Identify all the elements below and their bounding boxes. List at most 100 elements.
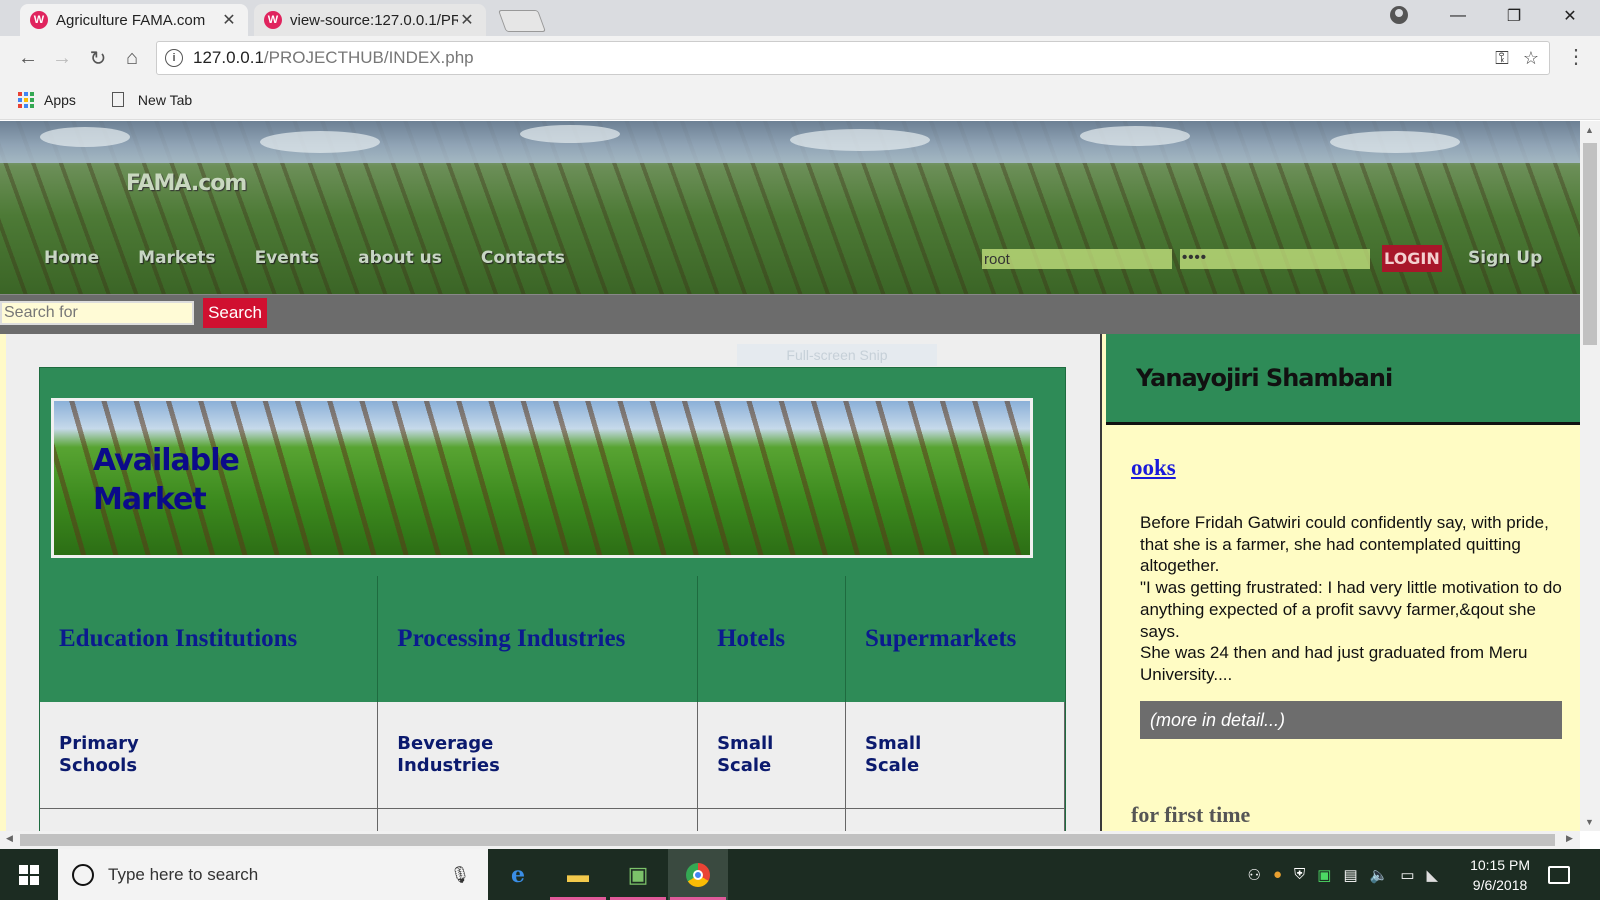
minimize-icon[interactable]: — bbox=[1430, 0, 1486, 32]
taskbar-search[interactable]: Type here to search 🎙 bbox=[58, 849, 488, 900]
window-close-icon[interactable]: ✕ bbox=[1542, 0, 1598, 32]
news-paragraph: She was 24 then and had just graduated f… bbox=[1140, 643, 1528, 684]
tray-app-icon[interactable]: ● bbox=[1273, 866, 1282, 883]
tab-view-source[interactable]: W view-source:127.0.0.1/PR ✕ bbox=[254, 4, 486, 36]
search-bar: Search for Search bbox=[0, 294, 1580, 334]
back-icon[interactable]: ← bbox=[14, 44, 42, 72]
vertical-scrollbar[interactable]: ▲ ▼ bbox=[1580, 121, 1600, 831]
left-strip bbox=[0, 334, 6, 831]
edge-icon[interactable]: e bbox=[488, 849, 548, 900]
username-input[interactable] bbox=[982, 249, 1172, 269]
scroll-thumb[interactable] bbox=[20, 834, 1555, 846]
chrome-logo bbox=[686, 862, 710, 887]
menu-icon[interactable]: ⋮ bbox=[1566, 44, 1586, 69]
volume-icon[interactable]: 🔈 bbox=[1370, 866, 1389, 884]
table-cell bbox=[697, 808, 847, 831]
category-processing[interactable]: Processing Industries bbox=[377, 576, 699, 702]
table-row bbox=[40, 808, 1065, 831]
start-button[interactable] bbox=[0, 849, 58, 900]
search-button[interactable]: Search bbox=[203, 298, 267, 328]
bookmark-label: New Tab bbox=[137, 91, 193, 108]
site-logo[interactable]: FAMA.com bbox=[126, 171, 247, 196]
taskbar: Type here to search 🎙 e ▬ ▣ ⚇ ● ⛨ ▣ ▤ 🔈 … bbox=[0, 849, 1600, 900]
nav-markets[interactable]: Markets bbox=[138, 248, 215, 268]
app-icon[interactable]: ▣ bbox=[608, 849, 668, 900]
subcategory-supermarkets-small[interactable]: Small Scale bbox=[845, 702, 1065, 809]
nav-events[interactable]: Events bbox=[255, 248, 320, 268]
new-tab-button[interactable] bbox=[497, 10, 547, 32]
cloud bbox=[40, 127, 130, 147]
bookmark-apps[interactable]: Apps bbox=[18, 91, 76, 108]
battery-icon[interactable]: ▭ bbox=[1400, 866, 1414, 884]
key-icon[interactable]: ⚿ bbox=[1495, 48, 1509, 69]
subcategory-beverage[interactable]: Beverage Industries bbox=[377, 702, 699, 809]
subcategory-label: Small Scale bbox=[717, 732, 774, 776]
file-explorer-icon[interactable]: ▬ bbox=[548, 849, 608, 900]
clock[interactable]: 10:15 PM 9/6/2018 bbox=[1470, 855, 1530, 895]
chrome-icon[interactable] bbox=[668, 849, 728, 900]
news-link[interactable]: ooks bbox=[1131, 455, 1176, 481]
bookmark-label: Apps bbox=[44, 91, 76, 108]
nav-contacts[interactable]: Contacts bbox=[481, 248, 565, 268]
category-education[interactable]: Education Institutions bbox=[40, 576, 379, 702]
page-viewport: FAMA.com Home Markets Events about us Co… bbox=[0, 121, 1580, 831]
windows-icon bbox=[19, 864, 39, 885]
subcategory-primary-schools[interactable]: Primary Schools bbox=[40, 702, 379, 809]
printer-icon[interactable]: ▤ bbox=[1343, 866, 1357, 884]
page-icon bbox=[111, 92, 124, 107]
tab-title: view-source:127.0.0.1/PR bbox=[290, 11, 458, 29]
login-button[interactable]: LOGIN bbox=[1382, 245, 1442, 272]
cortana-icon bbox=[72, 863, 94, 886]
reload-icon[interactable]: ↻ bbox=[84, 44, 112, 72]
scroll-right-icon[interactable]: ▶ bbox=[1566, 833, 1573, 844]
subcategory-label: Beverage Industries bbox=[397, 732, 500, 776]
restore-icon[interactable]: ❐ bbox=[1486, 0, 1542, 32]
scroll-up-icon[interactable]: ▲ bbox=[1585, 125, 1594, 135]
address-bar[interactable]: i 127.0.0.1/PROJECTHUB/INDEX.php ⚿ ☆ bbox=[156, 41, 1550, 75]
star-icon[interactable]: ☆ bbox=[1523, 48, 1539, 69]
category-supermarkets[interactable]: Supermarkets bbox=[845, 576, 1065, 702]
bookmark-new-tab[interactable]: New Tab bbox=[111, 91, 193, 108]
market-banner-title: Available Market bbox=[93, 441, 240, 519]
horizontal-scrollbar[interactable]: ◀ ▶ bbox=[0, 831, 1580, 849]
notifications-icon[interactable] bbox=[1548, 865, 1570, 884]
market-categories-table: Education Institutions Processing Indust… bbox=[40, 576, 1065, 831]
table-row: Primary Schools Beverage Industries Smal… bbox=[40, 702, 1065, 809]
home-icon[interactable]: ⌂ bbox=[118, 44, 146, 72]
people-icon[interactable]: ⚇ bbox=[1247, 866, 1260, 884]
clock-date: 9/6/2018 bbox=[1472, 876, 1528, 893]
password-input[interactable]: •••• bbox=[1180, 249, 1370, 269]
network-icon[interactable]: ◣ bbox=[1427, 866, 1439, 884]
markets-panel: Available Market Education Institutions … bbox=[39, 367, 1066, 831]
tab-agriculture[interactable]: W Agriculture FAMA.com ✕ bbox=[20, 4, 248, 36]
main-nav: Home Markets Events about us Contacts bbox=[44, 248, 604, 268]
close-icon[interactable]: ✕ bbox=[458, 10, 476, 30]
nav-home[interactable]: Home bbox=[44, 248, 99, 268]
subcategory-hotels-small[interactable]: Small Scale bbox=[697, 702, 847, 809]
scroll-left-icon[interactable]: ◀ bbox=[6, 833, 13, 844]
forward-icon[interactable]: → bbox=[48, 44, 76, 72]
subcategory-label: Primary Schools bbox=[59, 732, 139, 776]
category-hotels[interactable]: Hotels bbox=[697, 576, 847, 702]
search-input[interactable]: Search for bbox=[0, 301, 194, 325]
scroll-down-icon[interactable]: ▼ bbox=[1585, 817, 1594, 827]
banner-title-line: Market bbox=[93, 482, 207, 517]
shield-icon[interactable]: ⛨ bbox=[1294, 866, 1305, 883]
signup-link[interactable]: Sign Up bbox=[1468, 248, 1542, 268]
profile-icon[interactable] bbox=[1390, 6, 1408, 24]
subcategory-label: Small Scale bbox=[865, 732, 922, 776]
table-header-row: Education Institutions Processing Indust… bbox=[40, 576, 1065, 702]
news-paragraph: Before Fridah Gatwiri could confidently … bbox=[1140, 513, 1549, 576]
close-icon[interactable]: ✕ bbox=[220, 10, 238, 30]
next-news-heading[interactable]: for first time bbox=[1131, 802, 1250, 828]
url-host: 127.0.0.1 bbox=[193, 48, 264, 67]
cloud bbox=[1080, 126, 1190, 146]
scroll-thumb[interactable] bbox=[1583, 143, 1597, 345]
tray-green-icon[interactable]: ▣ bbox=[1317, 866, 1331, 884]
nav-about-us[interactable]: about us bbox=[358, 248, 442, 268]
browser-toolbar: ← → ↻ ⌂ i 127.0.0.1/PROJECTHUB/INDEX.php… bbox=[0, 36, 1600, 80]
info-icon[interactable]: i bbox=[165, 49, 183, 67]
microphone-icon[interactable]: 🎙 bbox=[450, 865, 470, 885]
market-banner: Available Market bbox=[51, 398, 1033, 558]
more-detail-button[interactable]: (more in detail...) bbox=[1140, 701, 1562, 739]
